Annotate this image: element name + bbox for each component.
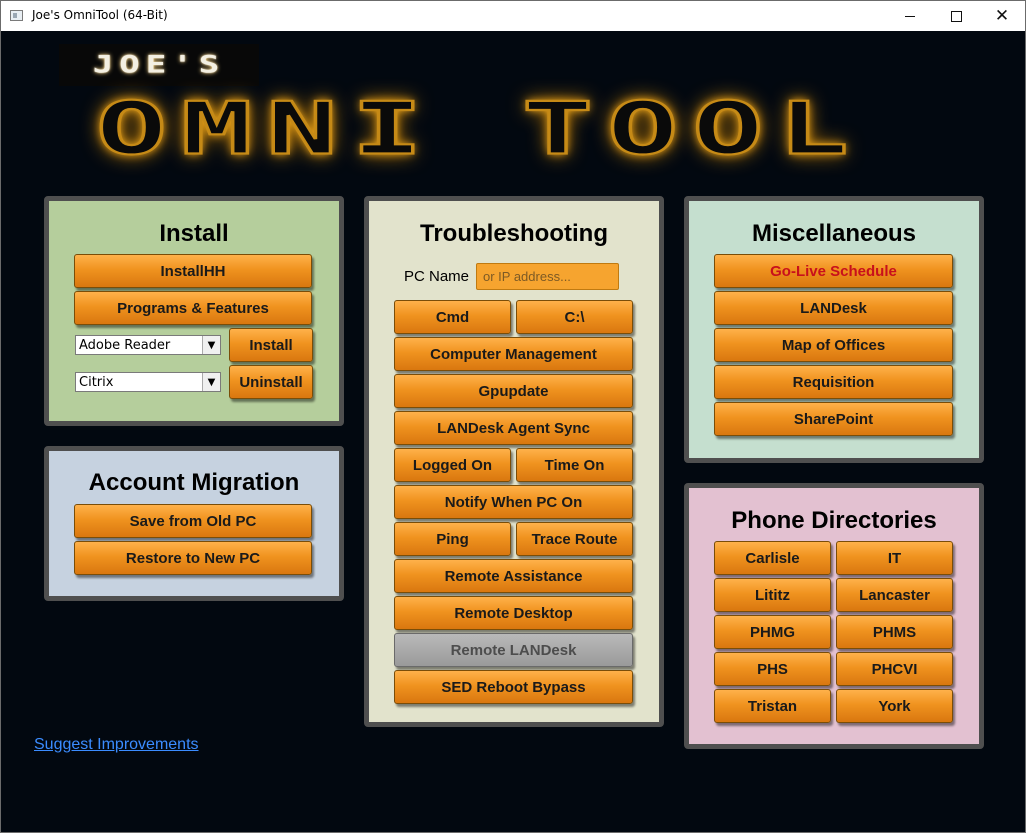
miscellaneous-panel: Miscellaneous Go-Live Schedule LANDesk M… — [684, 196, 984, 463]
logo-joes: JOE'S — [59, 44, 259, 86]
phone-directories-title: Phone Directories — [731, 507, 937, 534]
maximize-icon — [950, 10, 962, 22]
phone-directories-panel: Phone Directories Carlisle IT Lititz Lan… — [684, 483, 984, 749]
c-drive-button[interactable]: C:\ — [516, 300, 633, 334]
uninstall-program-value: Citrix — [79, 375, 114, 390]
close-button[interactable]: ✕ — [979, 1, 1025, 31]
york-button[interactable]: York — [836, 689, 953, 723]
phs-button[interactable]: PHS — [714, 652, 831, 686]
install-program-value: Adobe Reader — [79, 338, 171, 353]
account-migration-panel: Account Migration Save from Old PC Resto… — [44, 446, 344, 601]
carlisle-button[interactable]: Carlisle — [714, 541, 831, 575]
close-icon: ✕ — [994, 5, 1010, 26]
phmg-button[interactable]: PHMG — [714, 615, 831, 649]
window-title: Joe's OmniTool (64-Bit) — [32, 8, 168, 22]
troubleshooting-panel: Troubleshooting PC Name Cmd C:\ Computer… — [364, 196, 664, 727]
lititz-button[interactable]: Lititz — [714, 578, 831, 612]
sed-reboot-bypass-button[interactable]: SED Reboot Bypass — [394, 670, 633, 704]
remote-desktop-button[interactable]: Remote Desktop — [394, 596, 633, 630]
it-button[interactable]: IT — [836, 541, 953, 575]
phcvi-button[interactable]: PHCVI — [836, 652, 953, 686]
uninstall-button[interactable]: Uninstall — [229, 365, 313, 399]
troubleshooting-title: Troubleshooting — [420, 220, 608, 247]
maximize-button[interactable] — [933, 1, 979, 31]
phms-button[interactable]: PHMS — [836, 615, 953, 649]
ping-button[interactable]: Ping — [394, 522, 511, 556]
landesk-button[interactable]: LANDesk — [714, 291, 953, 325]
installhh-button[interactable]: InstallHH — [74, 254, 312, 288]
landesk-agent-sync-button[interactable]: LANDesk Agent Sync — [394, 411, 633, 445]
pc-name-input[interactable] — [476, 263, 619, 290]
app-icon — [10, 10, 23, 21]
chevron-down-icon: ▼ — [202, 336, 220, 354]
minimize-icon — [905, 15, 915, 17]
map-of-offices-button[interactable]: Map of Offices — [714, 328, 953, 362]
remote-landesk-button[interactable]: Remote LANDesk — [394, 633, 633, 667]
save-from-old-pc-button[interactable]: Save from Old PC — [74, 504, 312, 538]
lancaster-button[interactable]: Lancaster — [836, 578, 953, 612]
trace-route-button[interactable]: Trace Route — [516, 522, 633, 556]
uninstall-program-select[interactable]: Citrix ▼ — [75, 372, 221, 392]
app-window: Joe's OmniTool (64-Bit) ✕ JOE'S OMNI TOO… — [0, 0, 1026, 833]
logo-omni-tool: OMNI TOOL — [94, 85, 863, 171]
install-program-select[interactable]: Adobe Reader ▼ — [75, 335, 221, 355]
sharepoint-button[interactable]: SharePoint — [714, 402, 953, 436]
programs-features-button[interactable]: Programs & Features — [74, 291, 312, 325]
go-live-schedule-button[interactable]: Go-Live Schedule — [714, 254, 953, 288]
minimize-button[interactable] — [887, 1, 933, 31]
title-bar: Joe's OmniTool (64-Bit) ✕ — [1, 1, 1025, 31]
pc-name-label: PC Name — [404, 268, 470, 285]
gpupdate-button[interactable]: Gpupdate — [394, 374, 633, 408]
install-title: Install — [159, 220, 229, 247]
chevron-down-icon: ▼ — [202, 373, 220, 391]
suggest-improvements-link[interactable]: Suggest Improvements — [34, 736, 199, 754]
install-button[interactable]: Install — [229, 328, 313, 362]
remote-assistance-button[interactable]: Remote Assistance — [394, 559, 633, 593]
computer-management-button[interactable]: Computer Management — [394, 337, 633, 371]
account-migration-title: Account Migration — [88, 469, 300, 496]
miscellaneous-title: Miscellaneous — [751, 220, 917, 247]
requisition-button[interactable]: Requisition — [714, 365, 953, 399]
restore-to-new-pc-button[interactable]: Restore to New PC — [74, 541, 312, 575]
tristan-button[interactable]: Tristan — [714, 689, 831, 723]
install-panel: Install InstallHH Programs & Features Ad… — [44, 196, 344, 426]
notify-when-pc-on-button[interactable]: Notify When PC On — [394, 485, 633, 519]
time-on-button[interactable]: Time On — [516, 448, 633, 482]
cmd-button[interactable]: Cmd — [394, 300, 511, 334]
logged-on-button[interactable]: Logged On — [394, 448, 511, 482]
